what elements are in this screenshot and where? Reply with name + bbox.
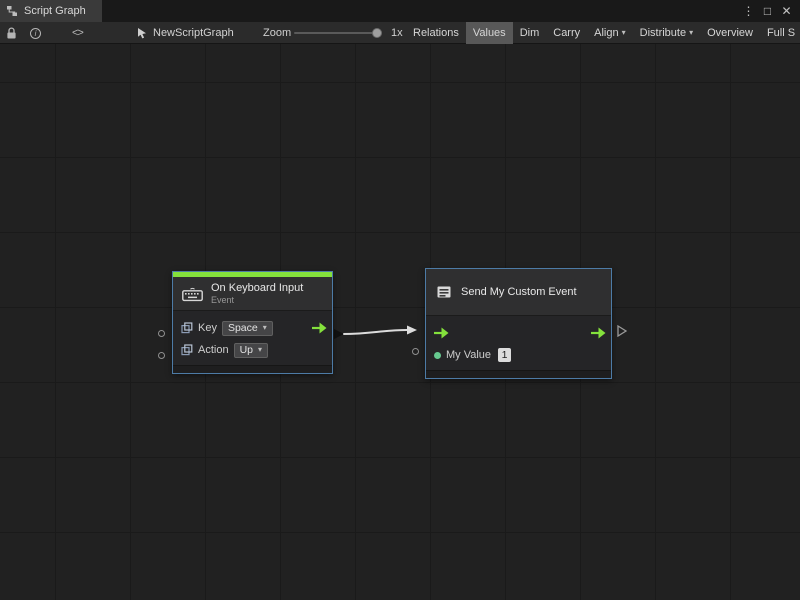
close-icon[interactable]: ✕ — [779, 0, 794, 22]
port-label-action: Action — [198, 344, 229, 356]
tab-script-graph[interactable]: Script Graph — [0, 0, 102, 22]
custom-event-icon — [436, 284, 453, 300]
my-value-input[interactable]: 1 — [498, 348, 511, 362]
window-controls: ⋮ □ ✕ — [741, 0, 800, 22]
chevron-down-icon: ▾ — [622, 29, 626, 37]
zoom-slider[interactable] — [294, 22, 390, 44]
toolbar-button-relations[interactable]: Relations — [406, 22, 466, 44]
graph-canvas[interactable]: On Keyboard Input Event Key Space ▾ — [0, 44, 800, 600]
connection-keyboard-to-send-event[interactable] — [334, 326, 417, 340]
value-dot-port[interactable] — [434, 352, 441, 359]
toolbar-button-carry[interactable]: Carry — [546, 22, 587, 44]
node-footer — [173, 365, 332, 373]
menu-icon[interactable]: ⋮ — [741, 0, 756, 22]
tab-title: Script Graph — [24, 5, 86, 17]
value-port-icon — [181, 344, 193, 356]
action-dropdown[interactable]: Up ▾ — [234, 343, 268, 358]
info-icon[interactable]: i — [30, 22, 41, 44]
port-label-key: Key — [198, 322, 217, 334]
graph-icon — [6, 5, 18, 17]
flow-input-port[interactable] — [434, 327, 449, 339]
code-icon[interactable]: <> — [72, 22, 83, 44]
toolbar-buttons: Relations Values Dim Carry Align▾ Distri… — [406, 22, 800, 44]
key-input-circle-port[interactable] — [158, 330, 165, 337]
flow-output-triangle-port[interactable] — [617, 325, 627, 337]
zoom-slider-knob[interactable] — [372, 28, 382, 38]
node-subtitle: Event — [211, 295, 303, 306]
toolbar-button-overview[interactable]: Overview — [700, 22, 760, 44]
port-row-key: Key Space ▾ — [173, 317, 332, 339]
zoom-label: Zoom — [263, 22, 291, 44]
node-on-keyboard-input[interactable]: On Keyboard Input Event Key Space ▾ — [172, 271, 333, 374]
toolbar-button-distribute[interactable]: Distribute▾ — [633, 22, 700, 44]
flow-output-port[interactable] — [312, 322, 327, 334]
connection-layer — [0, 44, 800, 600]
toolbar-button-values[interactable]: Values — [466, 22, 513, 44]
keyboard-icon — [182, 286, 203, 302]
port-label-my-value: My Value — [446, 349, 491, 361]
maximize-icon[interactable]: □ — [760, 0, 775, 22]
toolbar-button-full-screen[interactable]: Full S — [760, 22, 800, 44]
chevron-down-icon: ▾ — [689, 29, 693, 37]
toolbar-button-align[interactable]: Align▾ — [587, 22, 632, 44]
graph-toolbar: i <> NewScriptGraph Zoom 1x Relations Va… — [0, 22, 800, 44]
zoom-value: 1x — [391, 22, 403, 44]
script-graph-asset-icon — [136, 27, 148, 39]
graph-name: NewScriptGraph — [153, 27, 234, 39]
script-graph-window: Script Graph ⋮ □ ✕ i <> NewScriptGraph Z… — [0, 0, 800, 600]
port-row-action: Action Up ▾ — [173, 339, 332, 361]
node-footer — [426, 370, 611, 378]
toolbar-button-dim[interactable]: Dim — [513, 22, 547, 44]
key-dropdown[interactable]: Space ▾ — [222, 321, 273, 336]
node-title: Send My Custom Event — [461, 286, 577, 299]
titlebar: Script Graph ⋮ □ ✕ — [0, 0, 800, 22]
graph-breadcrumb[interactable]: NewScriptGraph — [136, 22, 234, 44]
node-title: On Keyboard Input — [211, 282, 303, 295]
zoom-slider-track[interactable] — [294, 32, 382, 34]
lock-icon[interactable] — [6, 22, 17, 44]
action-input-circle-port[interactable] — [158, 352, 165, 359]
my-value-input-circle-port[interactable] — [412, 348, 419, 355]
node-send-my-custom-event[interactable]: Send My Custom Event My Value 1 — [425, 268, 612, 379]
flow-output-port[interactable] — [591, 327, 606, 339]
value-port-icon — [181, 322, 193, 334]
port-row-flow — [426, 322, 611, 344]
chevron-down-icon: ▾ — [258, 346, 262, 354]
chevron-down-icon: ▾ — [263, 324, 267, 332]
port-row-my-value: My Value 1 — [426, 344, 611, 366]
